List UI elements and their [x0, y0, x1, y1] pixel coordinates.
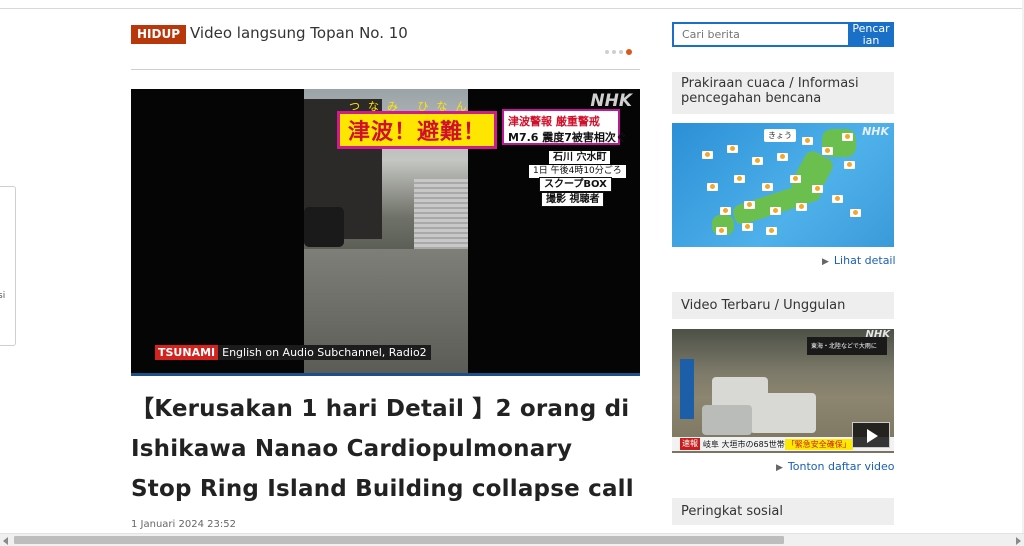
- news-video-player[interactable]: つなみ ひなん 津波！避難！ 津波警報 厳重警戒 M7.6 震度7被害相次ぐ 石…: [131, 89, 640, 374]
- weather-icon: [802, 137, 813, 145]
- weather-icon: [752, 157, 763, 165]
- thumb-car: [750, 393, 816, 433]
- weather-detail-link-label: Lihat detail: [833, 254, 896, 267]
- weather-icon: [744, 201, 755, 209]
- weather-icon: [707, 183, 718, 191]
- weather-map-label: きょう: [764, 129, 796, 142]
- weather-icon: [842, 133, 853, 141]
- video-section-heading: Video Terbaru / Unggulan: [672, 292, 894, 319]
- social-ranking-heading: Peringkat sosial: [672, 498, 894, 525]
- slide-dot[interactable]: [612, 50, 616, 54]
- play-icon[interactable]: [852, 422, 890, 448]
- slide-dot[interactable]: [605, 50, 609, 54]
- article-headline[interactable]: 【Kerusakan 1 hari Detail 】2 orang di Ish…: [131, 389, 640, 509]
- thumb-top-text: 東海・北陸などで大雨に: [811, 343, 877, 350]
- search-button-label: ian: [862, 34, 880, 47]
- video-program-label: スクープBOX: [539, 177, 612, 192]
- weather-icon: [844, 161, 855, 169]
- weather-map[interactable]: きょう NHK: [672, 123, 894, 247]
- top-divider: [0, 8, 1024, 9]
- tsunami-evacuation-panel: 津波！避難！: [337, 111, 497, 149]
- nhk-logo: NHK: [590, 91, 632, 111]
- live-divider: [131, 69, 640, 70]
- weather-section-heading: Prakiraan cuaca / Informasi pencegahan b…: [672, 72, 894, 114]
- weather-icon: [770, 207, 781, 215]
- scroll-left-icon[interactable]: [3, 537, 8, 545]
- weather-icon: [742, 223, 753, 231]
- scrollbar-thumb[interactable]: [14, 536, 784, 544]
- video-list-link[interactable]: ▶ Tonton daftar video: [776, 460, 895, 473]
- slide-dot-active[interactable]: [626, 49, 632, 55]
- video-progress-line: [131, 373, 640, 376]
- ticker-text: 岐阜 大垣市の685世帯: [703, 439, 785, 449]
- left-panel-fragment: si: [0, 291, 6, 301]
- scene-car: [304, 207, 344, 247]
- weather-icon: [720, 207, 731, 215]
- video-caption-bar: TSUNAMI English on Audio Subchannel, Rad…: [155, 344, 431, 361]
- thumb-car: [702, 405, 752, 435]
- slide-pagination: [605, 46, 632, 58]
- tsunami-warning-panel: 津波警報 厳重警戒 M7.6 震度7被害相次ぐ: [502, 109, 627, 145]
- video-location: 石川 穴水町: [549, 151, 611, 164]
- page: i si HIDUP Video langsung Topan No. 10 つ…: [0, 0, 1024, 546]
- ticker-alert: 「緊急安全確保」: [784, 438, 853, 450]
- weather-detail-link[interactable]: ▶ Lihat detail: [822, 254, 896, 267]
- left-panel-fragment: i: [0, 197, 1, 207]
- tsunami-evacuation-text: 津波！避難！: [347, 120, 486, 145]
- weather-icon: [762, 183, 773, 191]
- warning-line-1: 津波警報 厳重警戒: [508, 115, 600, 128]
- weather-icon: [822, 147, 833, 155]
- video-credit-label: 撮影 視聴者: [541, 192, 605, 207]
- search-button[interactable]: Pencar ian: [848, 22, 894, 47]
- weather-icon: [812, 185, 823, 193]
- scene-garage-shutter: [414, 179, 468, 249]
- slide-dot[interactable]: [619, 50, 623, 54]
- triangle-right-icon: ▶: [822, 257, 829, 267]
- weather-icon: [850, 209, 861, 217]
- weather-icon: [790, 175, 801, 183]
- ticker-tag: 速報: [680, 438, 700, 450]
- left-side-panel[interactable]: i si: [0, 186, 16, 346]
- weather-icon: [702, 151, 713, 159]
- warning-line-2: M7.6 震度7被害相次ぐ: [508, 131, 627, 144]
- scroll-right-icon[interactable]: [1016, 537, 1021, 545]
- weather-icon: [777, 153, 788, 161]
- weather-icon: [766, 227, 777, 235]
- weather-icon: [832, 195, 843, 203]
- nhk-logo: NHK: [865, 329, 891, 340]
- article-date: 1 Januari 2024 23:52: [131, 519, 236, 530]
- horizontal-scrollbar[interactable]: [0, 533, 1024, 546]
- nhk-logo: NHK: [862, 125, 889, 138]
- caption-tag: TSUNAMI: [155, 345, 219, 360]
- weather-icon: [727, 145, 738, 153]
- thumb-sign: [680, 359, 694, 419]
- video-list-link-label: Tonton daftar video: [787, 460, 895, 473]
- weather-icon: [734, 175, 745, 183]
- caption-text: English on Audio Subchannel, Radio2: [218, 345, 431, 360]
- live-stream-link[interactable]: Video langsung Topan No. 10: [190, 24, 408, 42]
- triangle-right-icon: ▶: [776, 463, 783, 473]
- live-badge: HIDUP: [131, 25, 187, 44]
- weather-icon: [716, 227, 727, 235]
- featured-video-thumbnail[interactable]: 東海・北陸などで大雨に NHK 速報 岐阜 大垣市の685世帯 「緊急安全確保」: [672, 329, 894, 453]
- weather-icon: [796, 203, 807, 211]
- search-input[interactable]: [672, 22, 848, 47]
